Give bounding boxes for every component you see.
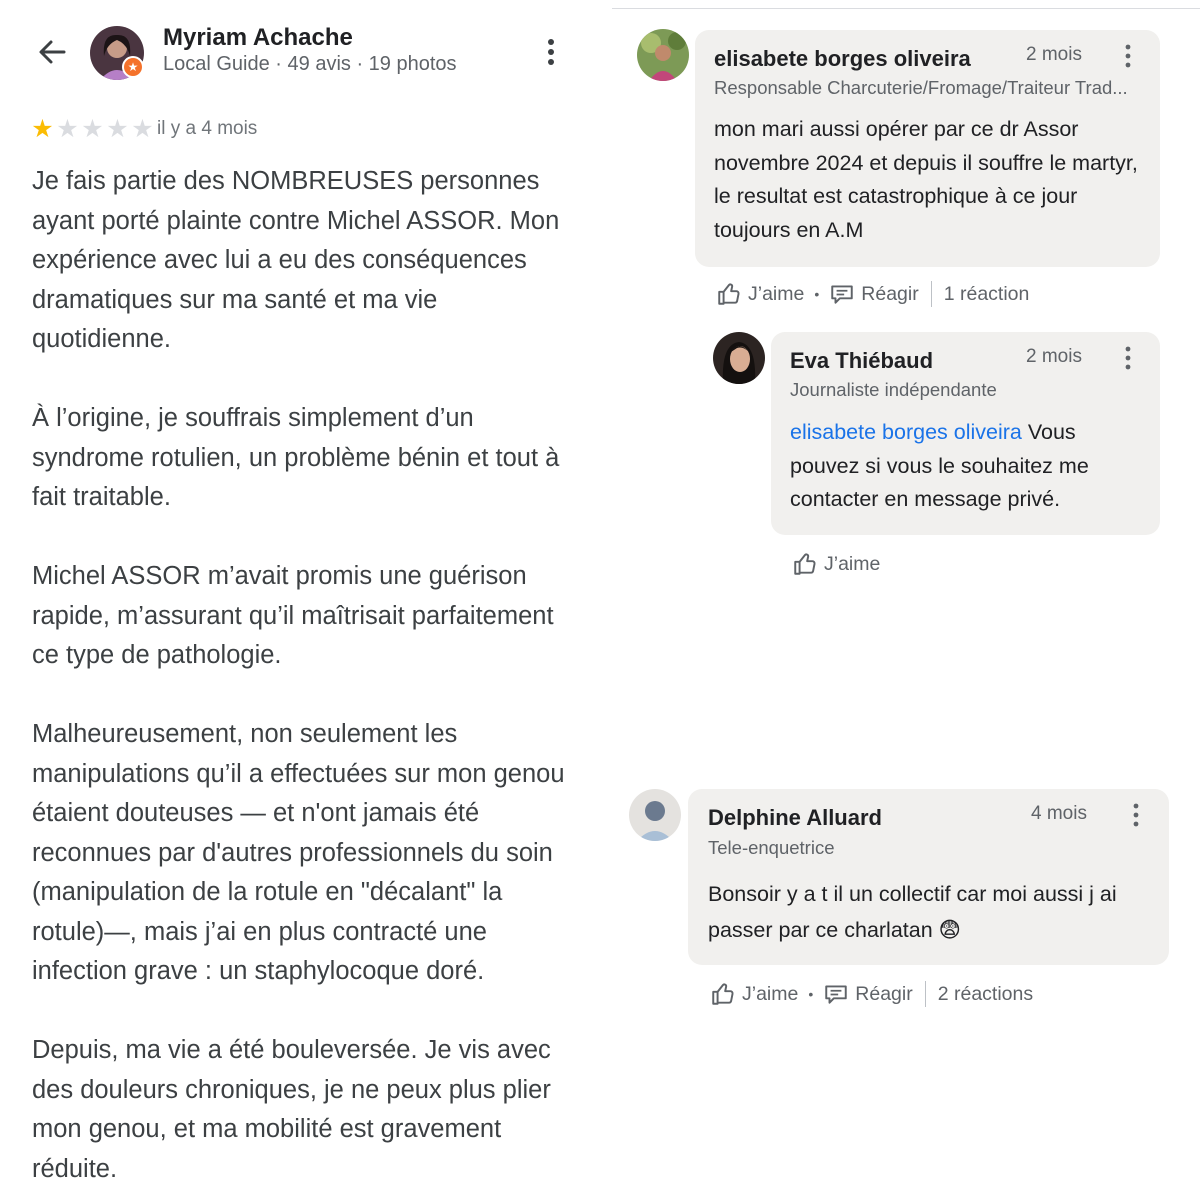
review-date: il y a 4 mois (157, 118, 258, 139)
comment-time: 2 mois (1026, 346, 1082, 367)
thumb-up-icon (718, 283, 740, 305)
thumb-up-icon (712, 983, 734, 1005)
commenter-role: Journaliste indépendante (790, 379, 997, 400)
like-button[interactable]: J’aime (716, 281, 804, 307)
like-button[interactable]: J’aime (710, 981, 798, 1007)
more-vert-icon[interactable] (1118, 344, 1138, 372)
comment-icon (831, 285, 853, 304)
review-paragraph: Malheureusement, non seulement les manip… (32, 720, 565, 985)
mention-link[interactable]: elisabete borges oliveira (790, 420, 1022, 444)
review-panel: ★ Myriam Achache Local Guide · 49 avis ·… (0, 0, 600, 1200)
review-body: Je fais partie des NOMBREUSES personnes … (32, 162, 577, 1200)
commenter-name[interactable]: Delphine Alluard (708, 805, 882, 831)
back-arrow-icon[interactable] (34, 34, 70, 70)
reaction-count[interactable]: 1 réaction (944, 283, 1030, 306)
comment-icon (825, 985, 847, 1004)
comments-panel: elisabete borges oliveira 2 mois Respons… (600, 0, 1200, 1200)
like-label: J’aime (824, 552, 881, 575)
commenter-avatar[interactable] (713, 332, 765, 384)
reaction-count[interactable]: 2 réactions (938, 983, 1033, 1006)
divider (924, 981, 926, 1007)
separator-dot: • (808, 986, 814, 1002)
react-button[interactable]: Réagir (829, 281, 919, 307)
like-button[interactable]: J’aime (792, 551, 880, 577)
star-icon: ★ (31, 115, 54, 143)
like-label: J’aime (748, 282, 805, 305)
commenter-name[interactable]: Eva Thiébaud (790, 348, 933, 374)
comment-text: mon mari aussi opérer par ce dr Assor no… (714, 117, 1138, 242)
commenter-role: Tele-enquetrice (708, 837, 835, 858)
more-vert-icon[interactable] (1126, 801, 1146, 829)
react-button[interactable]: Réagir (823, 981, 913, 1007)
reviewer-name[interactable]: Myriam Achache (163, 24, 353, 52)
star-icon: ★ (106, 115, 129, 143)
comment-bubble: Delphine Alluard 4 mois Tele-enquetrice … (688, 789, 1169, 965)
commenter-avatar[interactable] (629, 789, 681, 841)
comment-bubble: elisabete borges oliveira 2 mois Respons… (695, 30, 1160, 267)
star-icon: ★ (56, 115, 79, 143)
react-label: Réagir (861, 282, 919, 305)
reviewer-meta: Local Guide · 49 avis · 19 photos (163, 53, 457, 75)
commenter-name[interactable]: elisabete borges oliveira (714, 46, 971, 72)
comment-actions: J’aime • Réagir 2 réactions (710, 981, 1033, 1007)
more-vert-icon[interactable] (536, 34, 566, 70)
thumb-up-icon (794, 553, 816, 575)
react-label: Réagir (855, 982, 913, 1005)
reply-actions: J’aime (792, 551, 880, 577)
review-paragraph: Je fais partie des NOMBREUSES personnes … (32, 167, 560, 353)
star-icon: ★ (131, 115, 154, 143)
reply-bubble: Eva Thiébaud 2 mois Journaliste indépend… (771, 332, 1160, 535)
star-rating: ★ ★ ★ ★ ★ (30, 116, 155, 142)
commenter-role: Responsable Charcuterie/Fromage/Traiteur… (714, 77, 1128, 98)
comment-text: elisabete borges oliveira Vous pouvez si… (790, 416, 1145, 517)
comment-time: 4 mois (1031, 803, 1087, 824)
review-paragraph: Depuis, ma vie a été bouleversée. Je vis… (32, 1036, 551, 1183)
more-vert-icon[interactable] (1118, 42, 1138, 70)
review-paragraph: À l’origine, je souffrais simplement d’u… (32, 404, 560, 511)
comment-text: Bonsoir y a t il un collectif car moi au… (708, 882, 1117, 942)
star-icon: ★ (81, 115, 104, 143)
commenter-avatar[interactable] (637, 29, 689, 81)
like-label: J’aime (742, 982, 799, 1005)
comment-time: 2 mois (1026, 44, 1082, 65)
separator-dot: • (814, 286, 820, 302)
local-guide-badge-icon: ★ (122, 56, 144, 78)
divider (930, 281, 932, 307)
divider (612, 8, 1200, 9)
review-paragraph: Michel ASSOR m’avait promis une guérison… (32, 562, 554, 669)
comment-actions: J’aime • Réagir 1 réaction (716, 281, 1029, 307)
